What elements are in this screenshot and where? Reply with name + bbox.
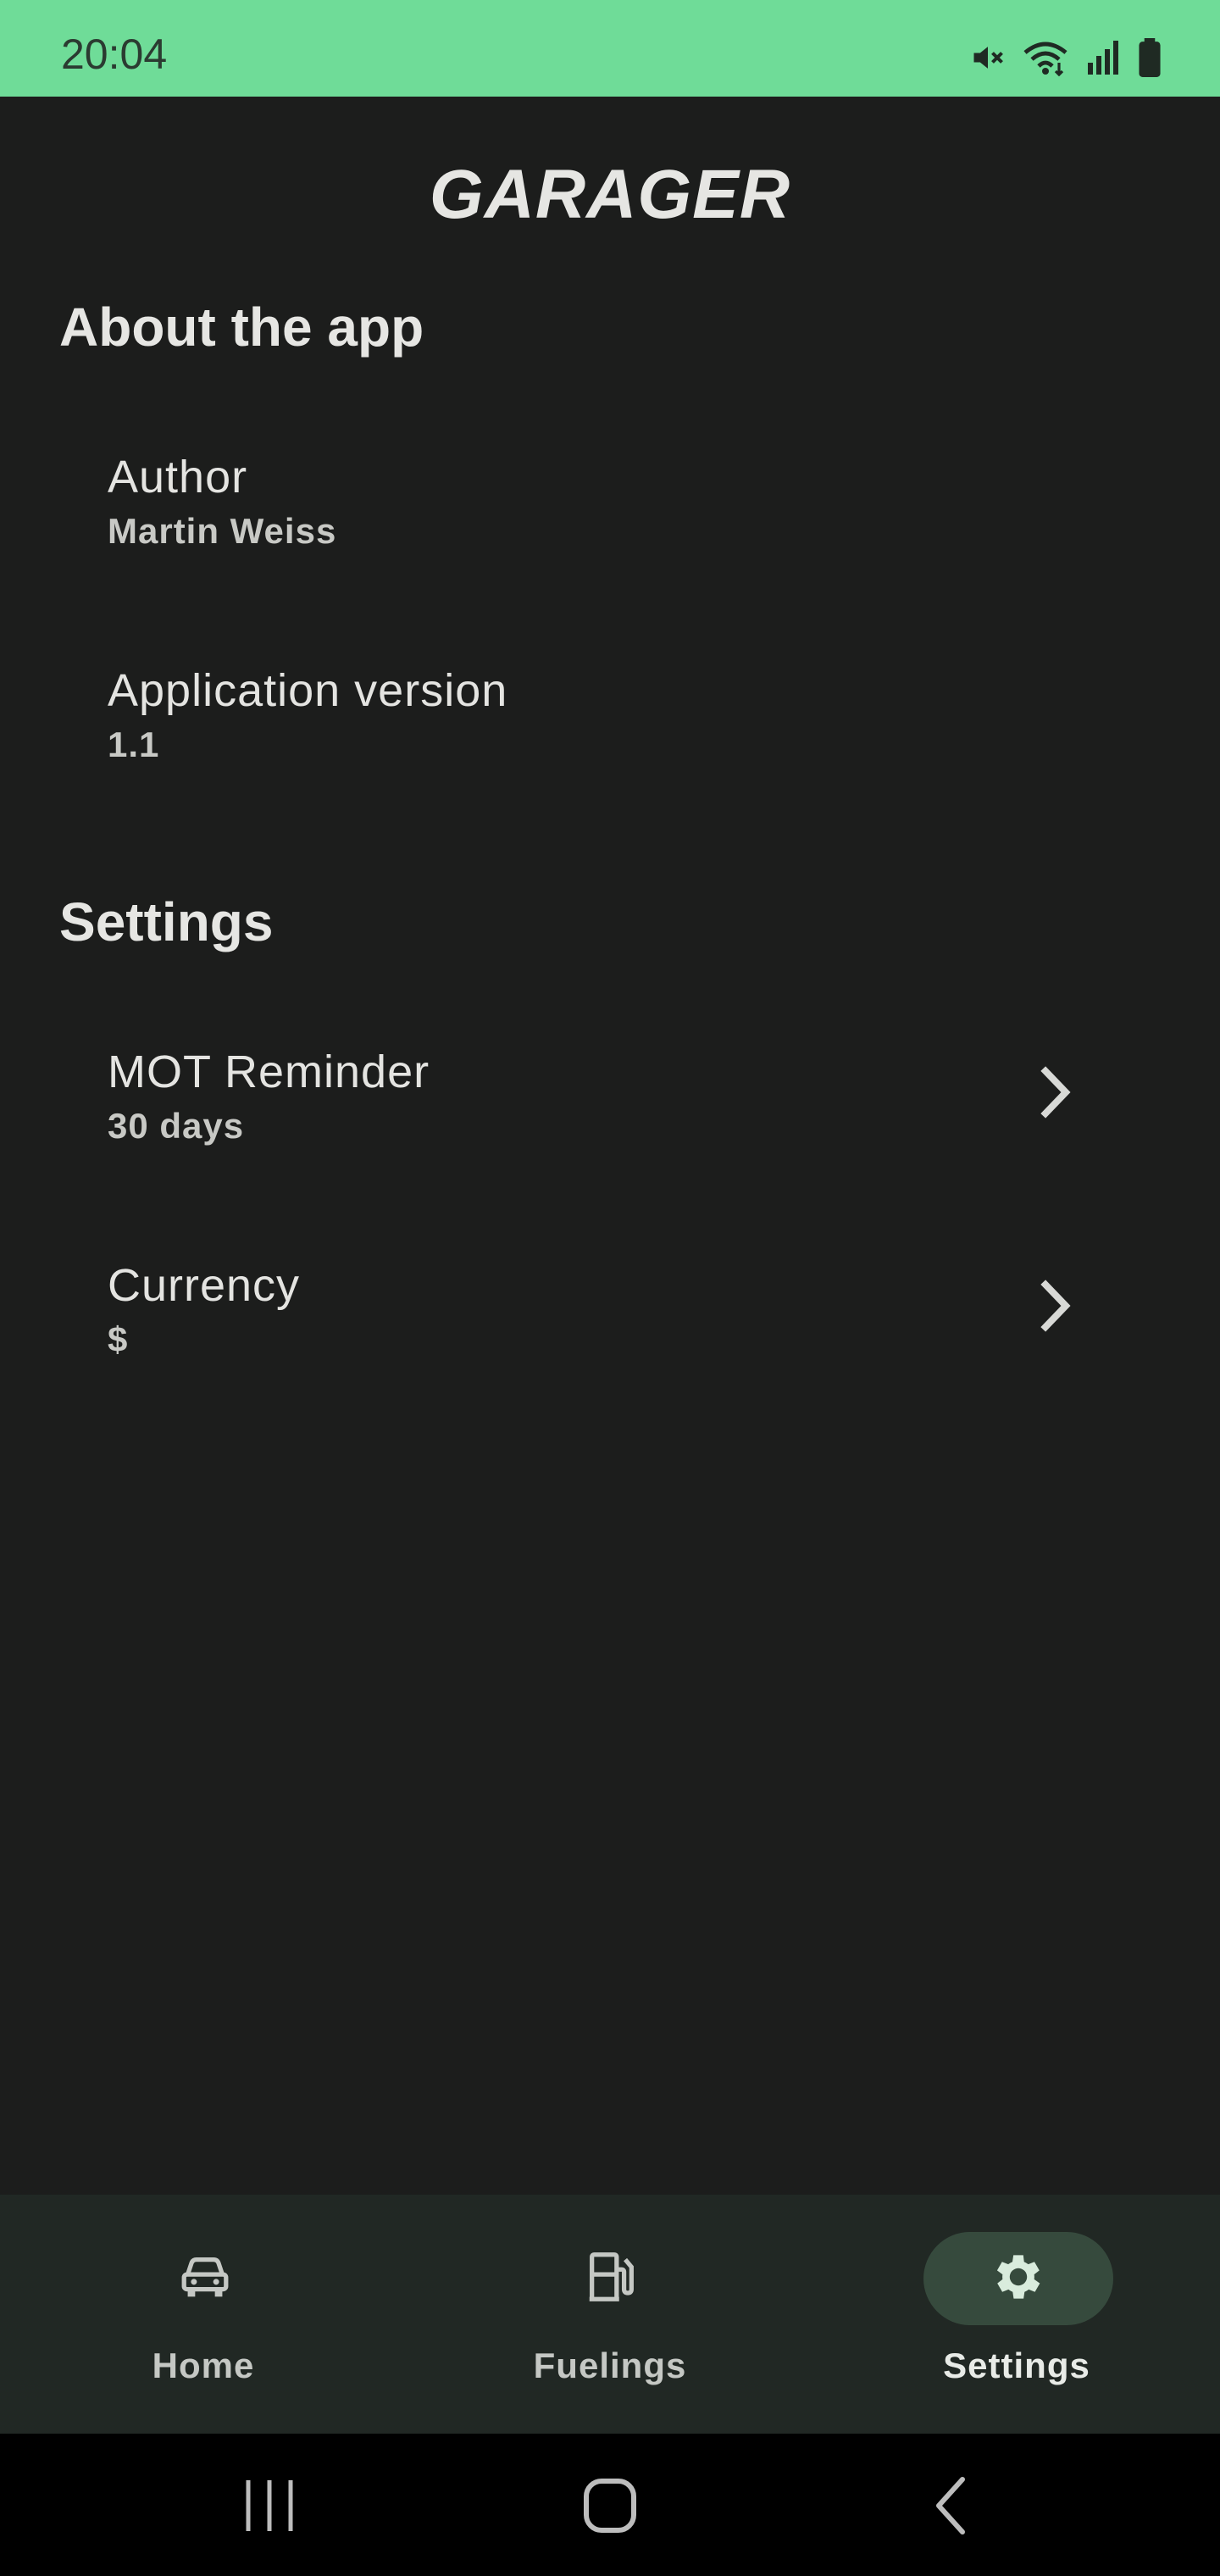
app-version-title: Application version [108, 665, 508, 716]
fuel-pump-icon [589, 2252, 634, 2301]
battery-icon [1137, 38, 1162, 77]
nav-item-settings[interactable]: Settings [813, 2195, 1220, 2434]
nav-label-settings: Settings [943, 2346, 1090, 2385]
status-bar: 20:04 [0, 0, 1220, 97]
nav-label-fuelings: Fuelings [533, 2346, 687, 2385]
nav-item-fuelings[interactable]: Fuelings [407, 2195, 813, 2434]
app-version-summary: 1.1 [108, 724, 160, 764]
settings-section-heading: Settings [59, 891, 274, 952]
wifi-icon [1022, 39, 1069, 76]
chevron-right-icon [1040, 1066, 1071, 1119]
bottom-navigation: Home Fuelings Settings [0, 2195, 1220, 2434]
app-title: GARAGER [429, 156, 791, 233]
author-preference[interactable]: Author Martin Weiss [0, 449, 1220, 652]
app-version-preference[interactable]: Application version 1.1 [0, 663, 1220, 866]
mot-reminder-summary: 30 days [108, 1106, 245, 1146]
mute-icon [969, 39, 1006, 76]
gear-icon [996, 2255, 1040, 2299]
status-icons [969, 34, 1162, 81]
chevron-right-icon [1040, 1280, 1071, 1332]
recent-apps-icon[interactable] [227, 2468, 312, 2544]
nav-item-home[interactable]: Home [0, 2195, 407, 2434]
currency-summary: $ [108, 1319, 129, 1359]
settings-screen: 20:04 GARAGER About the app Author Marti… [0, 0, 1220, 2576]
currency-preference[interactable]: Currency $ [0, 1257, 1220, 1461]
about-section-heading: About the app [59, 297, 424, 358]
home-icon[interactable] [568, 2468, 652, 2544]
back-icon[interactable] [910, 2468, 995, 2544]
signal-icon [1084, 39, 1122, 76]
system-navigation-bar [0, 2434, 1220, 2576]
nav-label-home: Home [152, 2346, 255, 2385]
status-time: 20:04 [61, 31, 168, 78]
mot-reminder-preference[interactable]: MOT Reminder 30 days [0, 1044, 1220, 1247]
author-summary: Martin Weiss [108, 511, 337, 551]
mot-reminder-title: MOT Reminder [108, 1046, 430, 1097]
car-icon [181, 2257, 229, 2297]
author-title: Author [108, 452, 248, 502]
currency-title: Currency [108, 1260, 301, 1311]
